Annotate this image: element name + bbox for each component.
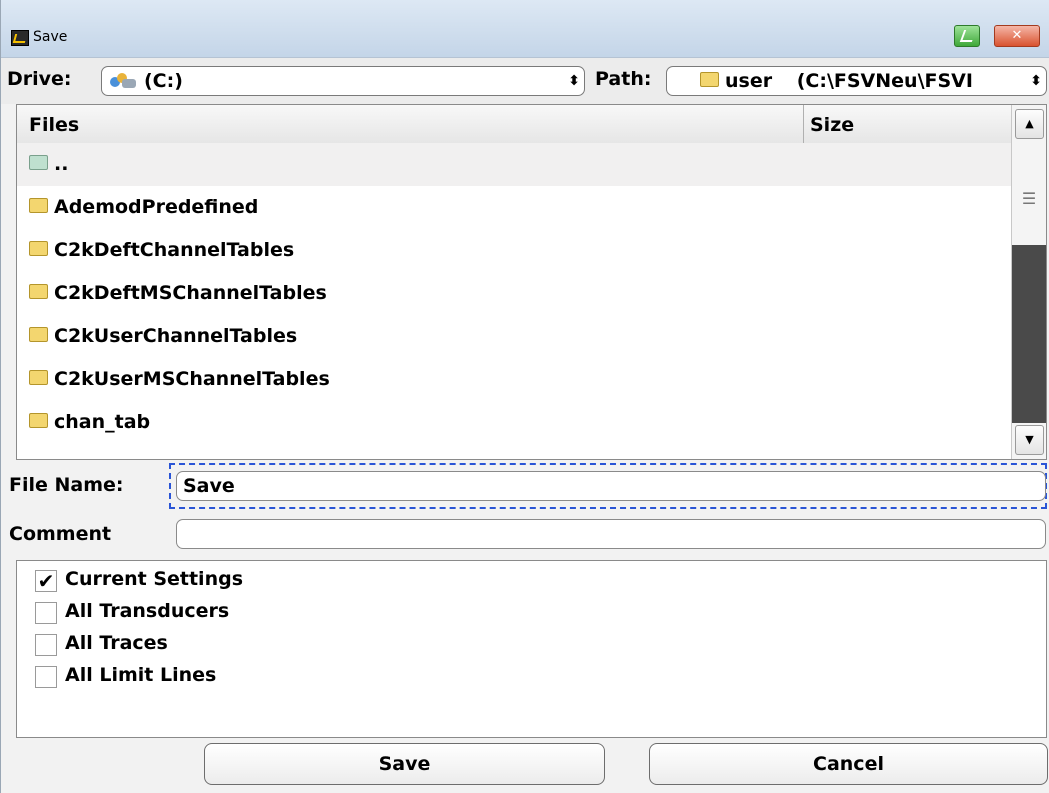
close-icon: ✕	[1011, 28, 1023, 43]
option-label: All Traces	[65, 632, 168, 654]
checkbox-all-transducers[interactable]	[35, 602, 57, 624]
scroll-thumb-grip-icon[interactable]: ☰	[1018, 189, 1040, 208]
file-rows: .. AdemodPredefined C2kDeftChannelTables…	[17, 143, 1011, 444]
file-name: AdemodPredefined	[54, 196, 259, 218]
option-label: All Limit Lines	[65, 664, 217, 686]
folder-icon	[700, 72, 719, 87]
checkbox-all-traces[interactable]	[35, 634, 57, 656]
save-button[interactable]: Save	[204, 743, 605, 785]
drive-label: Drive:	[7, 68, 72, 90]
column-divider[interactable]	[803, 105, 804, 143]
location-bar: Drive: (C:) ⬍ Path: user (C:\FSVNeu\FSVI…	[1, 58, 1049, 104]
list-item[interactable]: chan_tab	[17, 401, 1011, 444]
close-button[interactable]: ✕	[994, 25, 1040, 47]
checkbox-current-settings[interactable]: ✔	[35, 570, 57, 592]
file-name: C2kUserChannelTables	[54, 325, 298, 347]
drive-value: (C:)	[144, 70, 183, 92]
vertical-scrollbar[interactable]: ▲ ☰ ▼	[1011, 105, 1046, 459]
list-item[interactable]: AdemodPredefined	[17, 186, 1011, 229]
folder-icon	[29, 327, 48, 342]
cancel-button[interactable]: Cancel	[649, 743, 1048, 785]
folder-icon	[29, 413, 48, 428]
folder-icon	[29, 198, 48, 213]
edit-icon[interactable]	[954, 25, 980, 47]
save-options-panel: ✔ Current Settings All Transducers All T…	[16, 560, 1047, 738]
path-folder: user	[725, 70, 773, 92]
folder-up-icon	[29, 155, 48, 170]
column-header-size[interactable]: Size	[810, 114, 854, 136]
drive-select[interactable]: (C:) ⬍	[101, 66, 585, 96]
path-select[interactable]: user (C:\FSVNeu\FSVI ⬍	[666, 66, 1047, 96]
save-dialog: Save ✕ Drive: (C:) ⬍ Path: user (C:\FSVN…	[0, 0, 1049, 793]
drive-icon	[110, 72, 140, 91]
file-name: C2kDeftMSChannelTables	[54, 282, 327, 304]
select-arrows-icon: ⬍	[1030, 73, 1042, 89]
arrow-up-icon[interactable]: ▲	[1015, 109, 1044, 139]
select-arrows-icon: ⬍	[568, 73, 580, 89]
file-name: chan_tab	[54, 411, 151, 433]
folder-icon	[29, 370, 48, 385]
comment-label: Comment	[9, 523, 112, 545]
option-label: Current Settings	[65, 568, 244, 590]
scroll-track[interactable]	[1012, 245, 1046, 423]
title-bar: Save ✕	[1, 0, 1049, 58]
checkbox-all-limit-lines[interactable]	[35, 666, 57, 688]
folder-icon	[29, 241, 48, 256]
file-name: C2kUserMSChannelTables	[54, 368, 330, 390]
list-item[interactable]: ..	[17, 143, 1011, 186]
list-item[interactable]: C2kUserChannelTables	[17, 315, 1011, 358]
file-list: Files Size .. AdemodPredefined C2kDeftCh…	[16, 104, 1047, 460]
option-label: All Transducers	[65, 600, 230, 622]
list-item[interactable]: C2kUserMSChannelTables	[17, 358, 1011, 401]
analyzer-app-icon	[11, 30, 29, 46]
folder-icon	[29, 284, 48, 299]
file-name-field[interactable]: Save	[176, 471, 1046, 501]
checkmark-icon: ✔	[37, 569, 55, 593]
list-item[interactable]: C2kDeftChannelTables	[17, 229, 1011, 272]
file-name: C2kDeftChannelTables	[54, 239, 295, 261]
path-label: Path:	[595, 68, 652, 90]
file-list-header: Files Size	[17, 105, 1011, 144]
list-item[interactable]: C2kDeftMSChannelTables	[17, 272, 1011, 315]
window-title: Save	[33, 29, 68, 45]
arrow-down-icon[interactable]: ▼	[1015, 425, 1044, 455]
column-header-files[interactable]: Files	[29, 114, 79, 136]
comment-field[interactable]	[176, 519, 1046, 549]
path-value: (C:\FSVNeu\FSVI	[796, 70, 973, 92]
file-name-label: File Name:	[9, 474, 124, 496]
file-name: ..	[54, 153, 69, 175]
